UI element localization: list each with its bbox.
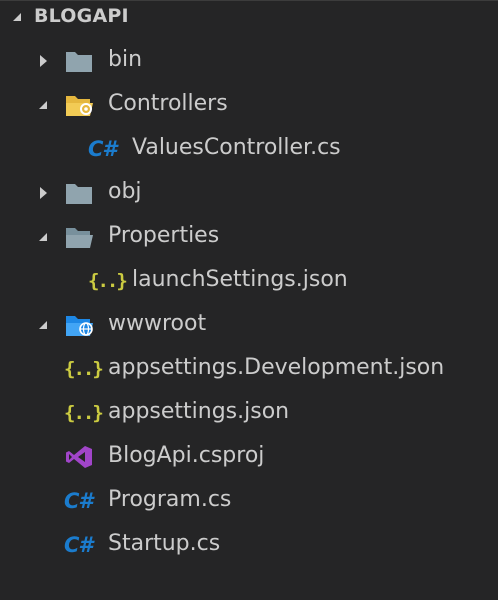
tree-item-label: launchSettings.json bbox=[132, 267, 348, 292]
chevron-expanded-icon[interactable] bbox=[36, 318, 50, 332]
tree-item-label: appsettings.json bbox=[108, 399, 290, 424]
folder-www-icon bbox=[66, 316, 93, 336]
section-title: BLOGAPI bbox=[34, 5, 129, 27]
tree-item-label: ValuesController.cs bbox=[132, 135, 341, 160]
tree-item-label: obj bbox=[108, 179, 142, 204]
tree-item-label: appsettings.Development.json bbox=[108, 355, 445, 380]
json-icon: {..} bbox=[64, 358, 104, 380]
tree-item-controllers[interactable]: Controllers bbox=[0, 85, 498, 125]
explorer-section-header[interactable]: BLOGAPI bbox=[0, 1, 498, 37]
csharp-icon: C# bbox=[88, 137, 117, 161]
tree-item-valuescontroller-cs[interactable]: C# ValuesController.cs bbox=[0, 129, 498, 169]
json-icon: {..} bbox=[88, 270, 128, 292]
folder-icon bbox=[66, 184, 92, 204]
tree-item-label: wwwroot bbox=[108, 311, 207, 336]
tree-item-appsettings-development-json[interactable]: {..} appsettings.Development.json bbox=[0, 349, 498, 389]
tree-item-label: Controllers bbox=[108, 91, 228, 116]
chevron-collapsed-icon[interactable] bbox=[36, 54, 50, 68]
tree-item-launchsettings-json[interactable]: {..} launchSettings.json bbox=[0, 261, 498, 301]
tree-item-blogapi-csproj[interactable]: BlogApi.csproj bbox=[0, 437, 498, 477]
chevron-expanded-icon[interactable] bbox=[36, 230, 50, 244]
chevron-expanded-icon[interactable] bbox=[36, 98, 50, 112]
visual-studio-icon bbox=[66, 446, 92, 468]
tree-item-wwwroot[interactable]: wwwroot bbox=[0, 305, 498, 345]
file-explorer: BLOGAPI bin Controllers C# ValuesControl… bbox=[0, 0, 498, 600]
folder-controllers-icon bbox=[66, 96, 93, 116]
tree-item-bin[interactable]: bin bbox=[0, 41, 498, 81]
chevron-expanded-icon[interactable] bbox=[10, 10, 24, 24]
json-icon: {..} bbox=[64, 402, 104, 424]
tree-item-label: Startup.cs bbox=[108, 531, 221, 556]
tree-item-label: Properties bbox=[108, 223, 220, 248]
tree-item-properties[interactable]: Properties bbox=[0, 217, 498, 257]
tree-item-label: Program.cs bbox=[108, 487, 232, 512]
folder-open-icon bbox=[66, 228, 93, 248]
tree-item-appsettings-json[interactable]: {..} appsettings.json bbox=[0, 393, 498, 433]
tree-item-startup-cs[interactable]: C# Startup.cs bbox=[0, 525, 498, 565]
tree-item-program-cs[interactable]: C# Program.cs bbox=[0, 481, 498, 521]
tree-item-label: bin bbox=[108, 47, 143, 72]
csharp-icon: C# bbox=[64, 533, 93, 557]
tree-item-obj[interactable]: obj bbox=[0, 173, 498, 213]
chevron-collapsed-icon[interactable] bbox=[36, 186, 50, 200]
csharp-icon: C# bbox=[64, 489, 93, 513]
folder-icon bbox=[66, 52, 92, 72]
tree-item-label: BlogApi.csproj bbox=[108, 443, 265, 468]
